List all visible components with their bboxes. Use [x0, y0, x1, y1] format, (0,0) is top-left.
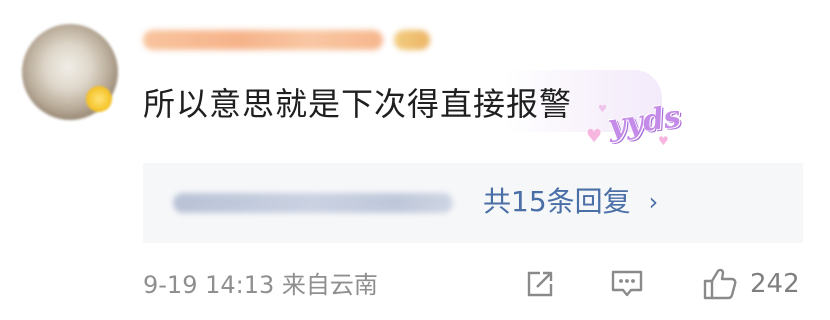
vip-badge-icon: [394, 30, 430, 50]
chevron-right-icon: ›: [648, 188, 659, 216]
comment-datetime: 9-19 14:13: [143, 271, 275, 299]
replies-box[interactable]: 共15条回复 ›: [143, 163, 803, 243]
heart-icon: ♥: [658, 134, 669, 148]
replies-count-label: 共15条回复: [483, 185, 631, 218]
comment-text: 所以意思就是下次得直接报警: [143, 85, 573, 123]
comment-meta: 9-19 14:13 来自云南: [143, 270, 378, 300]
view-replies-link[interactable]: 共15条回复 ›: [483, 185, 658, 219]
like-count: 242: [750, 269, 800, 299]
share-icon: [527, 271, 553, 297]
share-button[interactable]: [526, 266, 554, 302]
comment-icon: [611, 270, 643, 297]
reply-preview: [173, 193, 453, 213]
heart-icon: ♥: [586, 126, 603, 147]
avatar-badge-icon: [86, 86, 112, 112]
yyds-sticker: ♥ ♥ yyds ♥: [578, 99, 683, 156]
comment-location: 来自云南: [281, 271, 378, 299]
like-button[interactable]: 242: [702, 266, 800, 302]
sticker-text: yyds: [605, 99, 683, 144]
comment-button[interactable]: [610, 266, 644, 302]
thumbs-up-icon: [703, 268, 737, 300]
username[interactable]: [143, 30, 383, 50]
